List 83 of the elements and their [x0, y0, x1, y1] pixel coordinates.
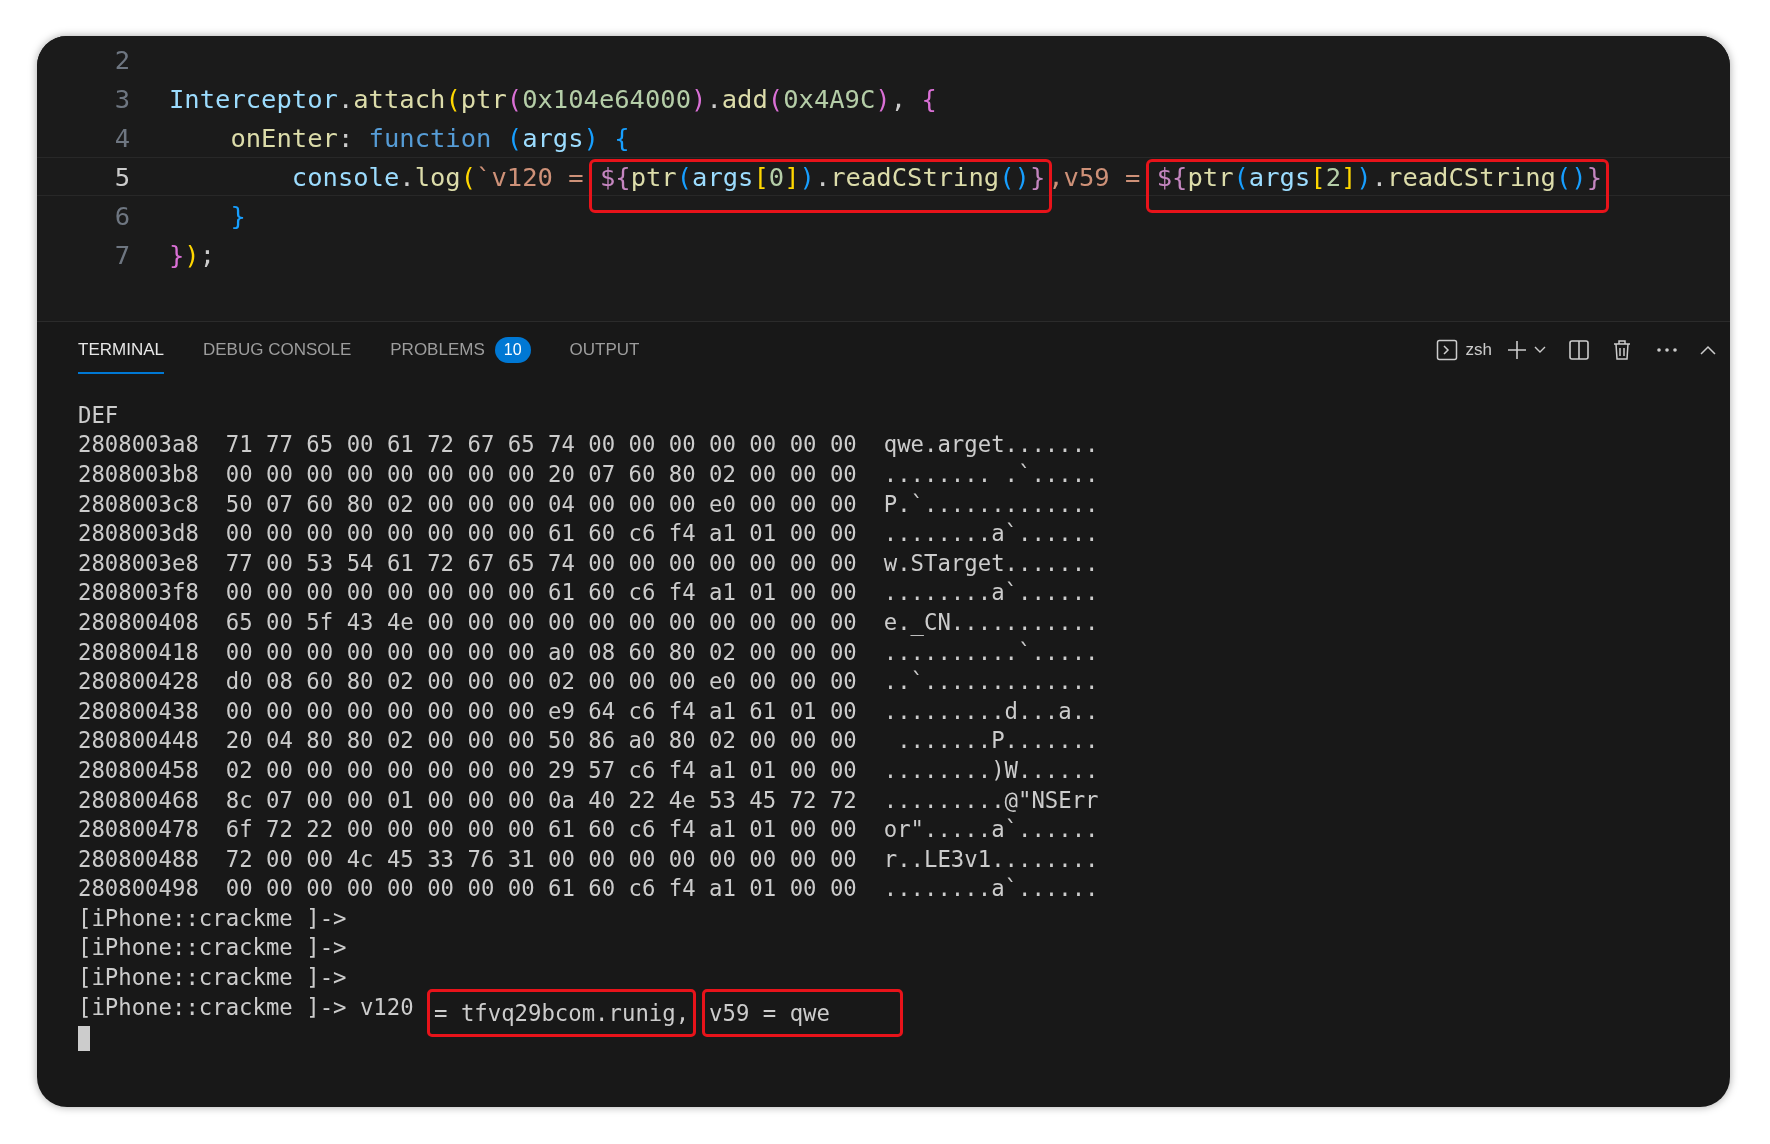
panel-tab[interactable]: DEBUG CONSOLE [202, 326, 352, 374]
hex-bytes: 00 00 00 00 00 00 00 00 a0 08 60 80 02 00 00 00 [225, 638, 857, 665]
hex-address: 280800448 [78, 727, 199, 754]
more-icon[interactable] [1656, 347, 1678, 353]
split-icon[interactable] [1568, 339, 1590, 361]
hex-bytes: 02 00 00 00 00 00 00 00 29 57 c6 f4 a1 01 00 00 [225, 756, 857, 783]
terminal-prompt: [iPhone::crackme ]-> v120 [78, 993, 415, 1020]
chevron-down-icon[interactable] [1534, 346, 1546, 354]
hex-bytes: d0 08 60 80 02 00 00 00 02 00 00 00 e0 00 00 00 [225, 668, 857, 695]
line-number: 3 [113, 83, 130, 114]
plus-icon[interactable] [1506, 339, 1528, 361]
count-badge: 10 [494, 337, 531, 363]
hex-bytes: 00 00 00 00 00 00 00 00 61 60 c6 f4 a1 01 00 00 [225, 875, 857, 902]
hex-bytes: 20 04 80 80 02 00 00 00 50 86 a0 80 02 00 00 00 [225, 727, 857, 754]
hex-bytes: 00 00 00 00 00 00 00 00 20 07 60 80 02 00 00 00 [225, 461, 857, 487]
code-text: onEnter: function (args) { [229, 122, 630, 153]
hex-ascii: ..........`..... [883, 638, 1099, 665]
hex-address: 2808003e8 [78, 549, 199, 576]
hex-bytes: 8c 07 00 00 01 00 00 00 0a 40 22 4e 53 45 72 72 [225, 786, 857, 813]
line-number: 4 [113, 122, 130, 153]
hex-bytes: 71 77 65 00 61 72 67 65 74 00 00 00 00 00 00 00 [225, 431, 857, 458]
hex-ascii: ..`............. [883, 668, 1099, 695]
hex-ascii: w.STarget....... [883, 549, 1099, 576]
hex-address: 280800438 [78, 697, 199, 724]
shell-selector[interactable]: zsh [1435, 339, 1492, 361]
trash-icon[interactable] [1612, 339, 1632, 361]
hex-bytes: 72 00 00 4c 45 33 76 31 00 00 00 00 00 00 00 00 [225, 845, 857, 872]
hex-address: 280800458 [78, 756, 199, 783]
hex-ascii: e._CN........... [883, 608, 1099, 635]
hex-address: 280800408 [78, 608, 199, 635]
terminal-prompt: [iPhone::crackme ]-> [78, 904, 347, 931]
highlight-box: ${ptr(args[0]).readCString()} [588, 158, 1053, 213]
line-number: 6 [113, 200, 130, 231]
highlight-box: v59 = qwe [702, 988, 903, 1037]
hex-bytes: 50 07 60 80 02 00 00 00 04 00 00 00 e0 00 00 00 [225, 490, 857, 517]
hex-address: 2808003f8 [78, 579, 199, 606]
line-number: 2 [113, 44, 130, 75]
highlight-box: ${ptr(args[2]).readCString()} [1145, 158, 1610, 213]
hex-bytes: 00 00 00 00 00 00 00 00 61 60 c6 f4 a1 01 00 00 [225, 579, 857, 606]
terminal-prompt: [iPhone::crackme ]-> [78, 964, 347, 991]
hex-ascii: qwe.arget....... [883, 431, 1099, 458]
code-text: console.log(`v120 = [290, 161, 585, 192]
panel-tab[interactable]: PROBLEMS 10 [390, 323, 531, 377]
hex-bytes: 00 00 00 00 00 00 00 00 61 60 c6 f4 a1 01 00 00 [225, 520, 857, 547]
code-editor[interactable]: 2 3 Interceptor.attach(ptr(0x104e64000).add(0x4A9C), { 4 onEnter: function (args) { 5 console.log(`v120 = ${ptr(args[0]).readCString()},v59 = ${ptr(args[2]).readCString()} 6 } 7 }); [37, 36, 1730, 322]
line-number: 7 [113, 239, 130, 270]
hex-address: 280800428 [78, 668, 199, 695]
chevron-up-icon[interactable] [1700, 345, 1716, 355]
terminal-text: DEF [78, 401, 119, 428]
hex-ascii: .......P....... [896, 727, 1099, 754]
hex-ascii: ........)W...... [883, 756, 1099, 783]
text-cursor [78, 1025, 90, 1051]
hex-ascii: or".....a`...... [883, 816, 1099, 843]
terminal-icon [1435, 339, 1458, 361]
hex-address: 280800488 [78, 845, 199, 872]
hex-ascii: ........a`...... [883, 579, 1099, 606]
hex-ascii: .........@"NSErr [883, 786, 1099, 813]
hex-bytes: 6f 72 22 00 00 00 00 00 61 60 c6 f4 a1 01 00 00 [225, 816, 857, 843]
hex-address: 2808003b8 [78, 461, 199, 487]
hex-bytes: 65 00 5f 43 4e 00 00 00 00 00 00 00 00 00 00 00 [225, 608, 857, 635]
panel-tab[interactable]: TERMINAL [78, 326, 164, 374]
hex-address: 2808003c8 [78, 490, 199, 517]
hex-ascii: P.`............. [883, 490, 1099, 517]
hex-ascii: ........ .`..... [883, 461, 1099, 487]
hex-address: 2808003d8 [78, 520, 199, 547]
hex-bytes: 77 00 53 54 61 72 67 65 74 00 00 00 00 00 00 00 [225, 549, 857, 576]
hex-ascii: ........a`...... [883, 875, 1099, 902]
hex-ascii: ........a`...... [883, 520, 1099, 547]
code-text: }); [169, 239, 216, 270]
hex-address: 280800478 [78, 816, 199, 843]
highlight-box: = tfvq29bcom.runig, [427, 988, 697, 1037]
code-text: } [229, 200, 246, 231]
hex-ascii: r..LE3v1........ [883, 845, 1099, 872]
hex-ascii: .........d...a.. [883, 697, 1099, 724]
hex-address: 280800418 [78, 638, 199, 665]
hex-bytes: 00 00 00 00 00 00 00 00 e9 64 c6 f4 a1 61 01 00 [225, 697, 857, 724]
code-text: Interceptor.attach(ptr(0x104e64000).add(0x4A9C), { [169, 83, 937, 114]
panel-tab[interactable]: OUTPUT [569, 326, 640, 374]
hex-address: 280800468 [78, 786, 199, 813]
hex-address: 280800498 [78, 875, 199, 902]
terminal-prompt: [iPhone::crackme ]-> [78, 934, 347, 961]
line-number: 5 [113, 161, 130, 192]
hex-address: 2808003a8 [78, 431, 199, 458]
